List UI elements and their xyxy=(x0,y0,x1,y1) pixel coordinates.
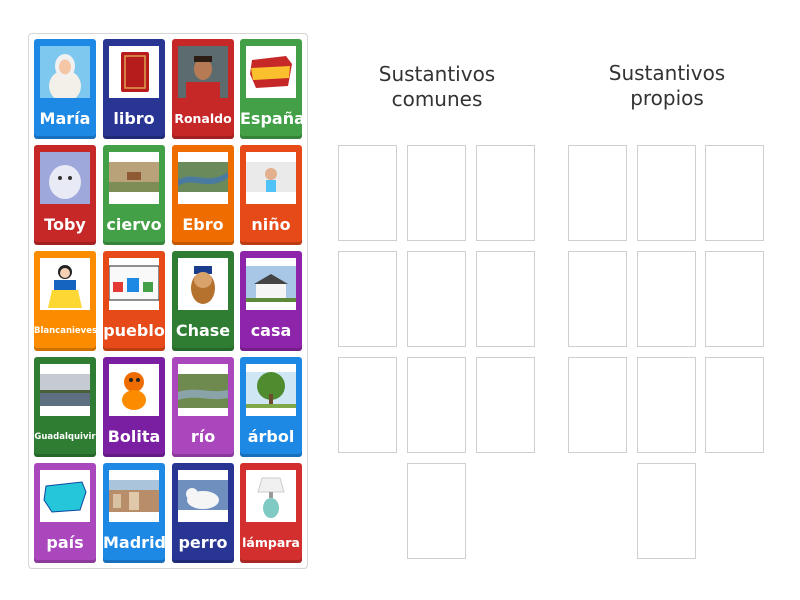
tree-photo xyxy=(246,364,296,416)
card-label: pueblo xyxy=(103,321,165,340)
card-label: Blancanieves xyxy=(34,326,98,336)
card-label: libro xyxy=(113,109,155,128)
card-label: río xyxy=(190,427,216,446)
deer-photo xyxy=(109,152,159,204)
group-title-line1: Sustantivos xyxy=(608,61,726,85)
drop-slot[interactable] xyxy=(637,145,696,241)
drop-slot[interactable] xyxy=(338,357,397,453)
card-lampara[interactable]: lámpara xyxy=(240,463,302,563)
drop-slot[interactable] xyxy=(705,251,764,347)
cartoon-character-image xyxy=(109,364,159,416)
group-title-line2: propios xyxy=(630,86,704,110)
river-aerial-photo xyxy=(178,152,228,204)
card-label: perro xyxy=(178,533,228,552)
card-guadalquivir[interactable]: Guadalquivir xyxy=(34,357,96,457)
card-libro[interactable]: libro xyxy=(103,39,165,139)
drop-slot[interactable] xyxy=(338,251,397,347)
snow-white-image xyxy=(40,258,90,310)
card-pueblo[interactable]: pueblo xyxy=(103,251,165,351)
card-espana[interactable]: España xyxy=(240,39,305,139)
card-label: niño xyxy=(251,215,291,234)
drop-slot[interactable] xyxy=(637,357,696,453)
lamp-photo xyxy=(246,470,296,522)
drop-slot[interactable] xyxy=(637,463,696,559)
card-label: Madrid xyxy=(103,533,166,552)
drop-slot[interactable] xyxy=(476,357,535,453)
card-label: lámpara xyxy=(242,535,300,550)
drop-slot[interactable] xyxy=(476,145,535,241)
card-blancanieves[interactable]: Blancanieves xyxy=(34,251,98,351)
drop-slot[interactable] xyxy=(407,251,466,347)
drop-slot[interactable] xyxy=(705,145,764,241)
card-label: España xyxy=(240,109,305,128)
card-maria[interactable]: María xyxy=(34,39,96,139)
spain-map xyxy=(40,470,90,522)
group-title-line1: Sustantivos xyxy=(378,62,496,86)
card-nino[interactable]: niño xyxy=(240,145,302,245)
cartoon-dog-image xyxy=(178,258,228,310)
drop-slot[interactable] xyxy=(705,357,764,453)
river-photo xyxy=(178,364,228,416)
card-ebro[interactable]: Ebro xyxy=(172,145,234,245)
group-title-comunes: Sustantivos comunes xyxy=(338,62,536,112)
card-ciervo[interactable]: ciervo xyxy=(103,145,165,245)
virgin-mary-image xyxy=(40,46,90,98)
card-label: Guadalquivir xyxy=(34,432,96,442)
drop-slot[interactable] xyxy=(338,145,397,241)
card-label: Toby xyxy=(44,215,86,234)
drop-slot[interactable] xyxy=(407,463,466,559)
drop-slot[interactable] xyxy=(568,251,627,347)
city-photo xyxy=(109,470,159,522)
card-label: Ronaldo xyxy=(174,111,232,126)
drop-slot[interactable] xyxy=(637,251,696,347)
card-arbol[interactable]: árbol xyxy=(240,357,302,457)
card-casa[interactable]: casa xyxy=(240,251,302,351)
drop-slot[interactable] xyxy=(407,145,466,241)
card-label: casa xyxy=(250,321,292,340)
card-label: María xyxy=(39,109,91,128)
card-label: Ebro xyxy=(182,215,224,234)
spain-flag-map xyxy=(246,46,296,98)
card-bolita[interactable]: Bolita xyxy=(103,357,165,457)
group-title-line2: comunes xyxy=(391,87,483,111)
card-perro[interactable]: perro xyxy=(172,463,234,563)
drop-slot[interactable] xyxy=(407,357,466,453)
child-photo xyxy=(246,152,296,204)
card-pais[interactable]: país xyxy=(34,463,96,563)
card-label: país xyxy=(46,533,84,552)
card-label: árbol xyxy=(247,427,295,446)
drop-slot[interactable] xyxy=(476,251,535,347)
drop-slot[interactable] xyxy=(568,357,627,453)
card-ronaldo[interactable]: Ronaldo xyxy=(172,39,234,139)
dog-photo xyxy=(40,152,90,204)
card-label: Bolita xyxy=(107,427,161,446)
card-label: Chase xyxy=(175,321,231,340)
drop-slot[interactable] xyxy=(568,145,627,241)
card-toby[interactable]: Toby xyxy=(34,145,96,245)
river-landscape-photo xyxy=(40,364,90,416)
white-dog-photo xyxy=(178,470,228,522)
card-madrid[interactable]: Madrid xyxy=(103,463,166,563)
group-title-propios: Sustantivos propios xyxy=(568,61,766,111)
house-photo xyxy=(246,258,296,310)
village-drawing xyxy=(109,258,159,310)
book-image xyxy=(109,46,159,98)
card-chase[interactable]: Chase xyxy=(172,251,234,351)
card-label: ciervo xyxy=(106,215,162,234)
ronaldo-photo xyxy=(178,46,228,98)
card-rio[interactable]: río xyxy=(172,357,234,457)
card-palette: María libro Ronaldo España Toby ciervo Ebro niñ… xyxy=(28,33,308,569)
